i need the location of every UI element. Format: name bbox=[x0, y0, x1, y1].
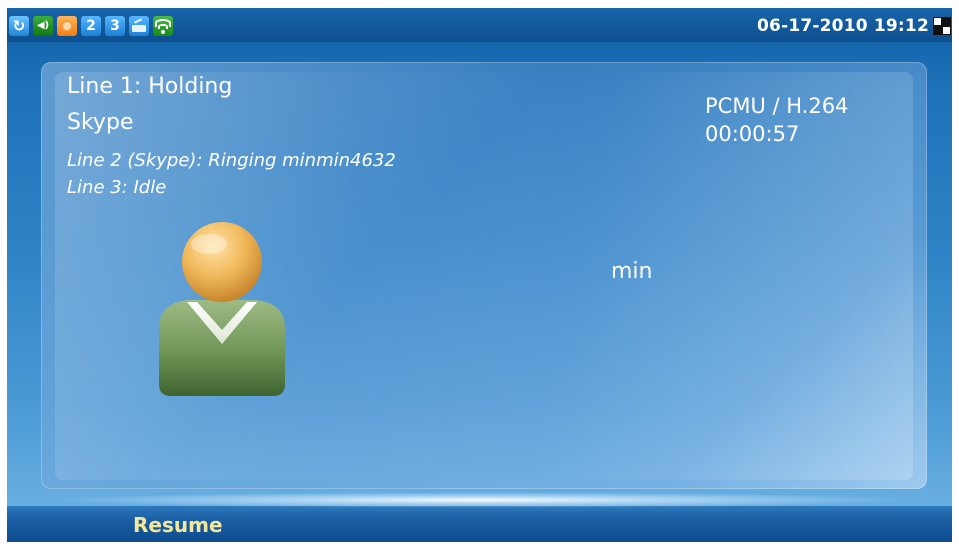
codec-label: PCMU / H.264 bbox=[705, 94, 849, 118]
speaker-icon: ◀) bbox=[33, 16, 53, 36]
phone-screen: ↻ ◀) 2 3 06-17-2010 19:12 Line 1: Holdin… bbox=[7, 8, 952, 542]
status-datetime: 06-17-2010 19:12 bbox=[757, 16, 929, 36]
line-3-status: Line 3: Idle bbox=[67, 177, 167, 198]
line-2-status[interactable]: Line 2 (Skype): Ringing minmin4632 bbox=[67, 149, 396, 173]
line-3-icon: 3 bbox=[105, 16, 125, 36]
call-panel: Line 1: Holding Skype Line 2 (Skype): Ri… bbox=[41, 62, 927, 489]
network-icon bbox=[129, 16, 149, 36]
status-bar: ↻ ◀) 2 3 06-17-2010 19:12 bbox=[7, 8, 952, 42]
call-duration: 00:00:57 bbox=[705, 122, 800, 146]
wifi-icon bbox=[153, 16, 173, 36]
softkey-bar-glow bbox=[47, 492, 912, 508]
avatar-icon bbox=[159, 222, 285, 396]
line-1-account: Skype bbox=[67, 110, 134, 135]
hold-icon bbox=[57, 16, 77, 36]
line-2-icon: 2 bbox=[81, 16, 101, 36]
line-1-status: Line 1: Holding bbox=[67, 74, 233, 99]
flag-icon bbox=[933, 17, 951, 35]
resume-button[interactable]: Resume bbox=[133, 512, 223, 538]
sync-icon: ↻ bbox=[9, 16, 29, 36]
contact-name: min bbox=[611, 259, 653, 284]
